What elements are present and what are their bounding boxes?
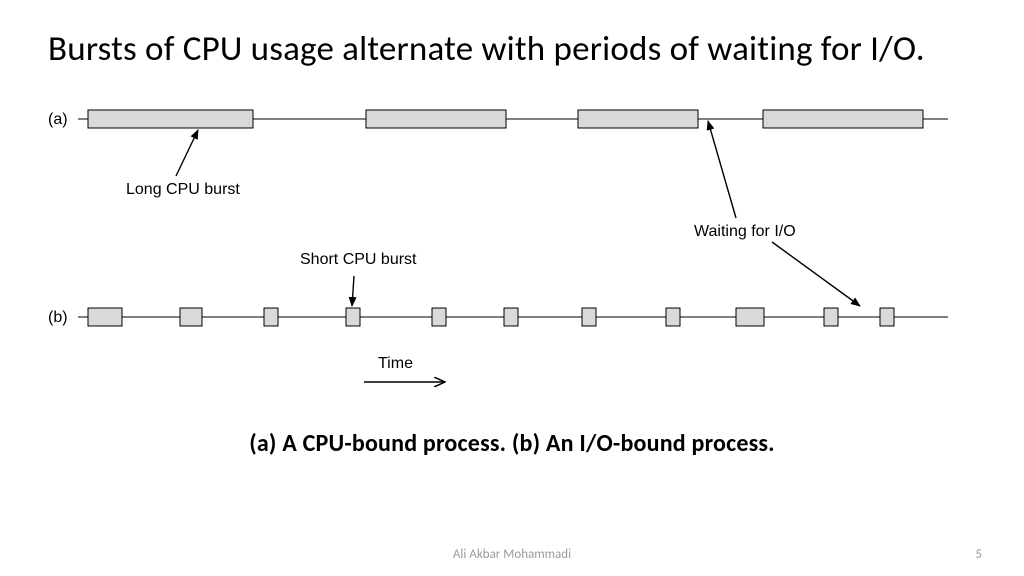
footer-author: Ali Akbar Mohammadi [0, 547, 1024, 562]
cpu-burst-a-1 [366, 110, 506, 128]
slide-title: Bursts of CPU usage alternate with perio… [48, 28, 976, 72]
time-label: Time [378, 355, 413, 372]
cpu-burst-b-3 [346, 308, 360, 326]
diagram-container: (a) (b) Long CPU burst Waiting for I/O Short… [48, 90, 976, 415]
cpu-burst-b-7 [666, 308, 680, 326]
row-b-label: (b) [48, 309, 68, 326]
arrow-short-burst [352, 276, 354, 306]
label-short-burst: Short CPU burst [300, 251, 417, 268]
cpu-burst-b-1 [180, 308, 202, 326]
label-long-burst: Long CPU burst [126, 181, 240, 198]
cpu-burst-b-10 [880, 308, 894, 326]
cpu-burst-a-3 [763, 110, 923, 128]
cpu-burst-b-4 [432, 308, 446, 326]
arrow-waiting-io-a [708, 121, 736, 218]
cpu-burst-b-2 [264, 308, 278, 326]
cpu-burst-a-2 [578, 110, 698, 128]
cpu-burst-b-5 [504, 308, 518, 326]
page-number: 5 [975, 547, 982, 562]
label-waiting-io: Waiting for I/O [694, 223, 796, 240]
cpu-burst-b-6 [582, 308, 596, 326]
cpu-burst-b-9 [824, 308, 838, 326]
cpu-burst-b-0 [88, 308, 122, 326]
burst-diagram: (a) (b) Long CPU burst Waiting for I/O Short… [48, 90, 976, 410]
arrow-waiting-io-b [772, 242, 860, 306]
diagram-caption: (a) A CPU-bound process. (b) An I/O-boun… [48, 429, 976, 458]
row-a-label: (a) [48, 111, 68, 128]
cpu-burst-a-0 [88, 110, 253, 128]
cpu-burst-b-8 [736, 308, 764, 326]
arrow-long-burst [176, 130, 198, 176]
slide: Bursts of CPU usage alternate with perio… [0, 0, 1024, 576]
